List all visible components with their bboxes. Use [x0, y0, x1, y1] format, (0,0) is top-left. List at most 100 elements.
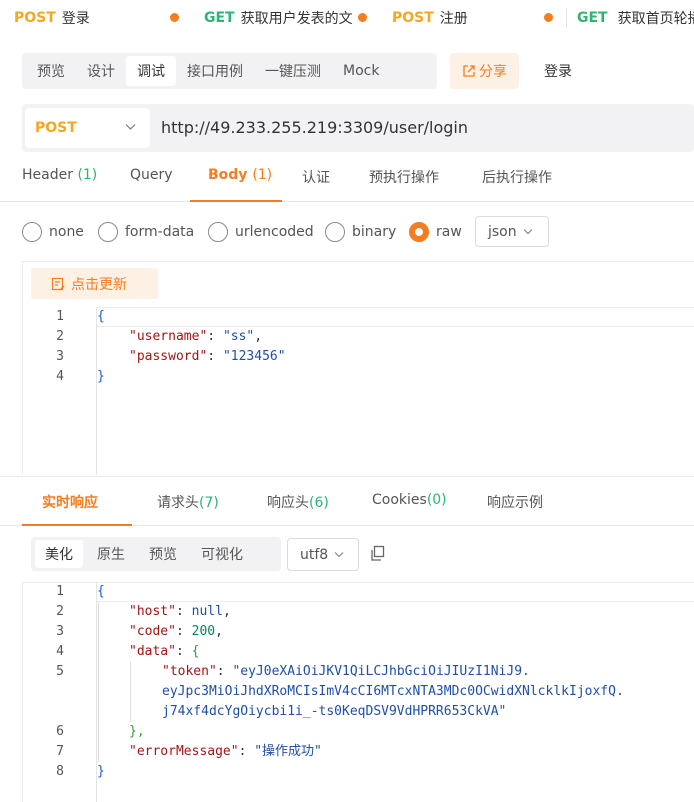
radio-circle — [325, 222, 345, 242]
format-preview[interactable]: 预览 — [139, 540, 187, 568]
tab-divider — [566, 8, 567, 28]
code-line: "errorMessage": "操作成功" — [129, 744, 322, 759]
request-tab-carousel[interactable]: GET 获取首页轮播 — [566, 0, 694, 36]
api-name-field[interactable]: 登录 — [531, 53, 694, 89]
code-line: "host": null, — [129, 604, 231, 619]
chevron-down-icon — [523, 229, 533, 235]
tab-pre-script[interactable]: 预执行操作 — [369, 167, 439, 187]
line-number: 1 — [56, 584, 64, 599]
tab-response-example[interactable]: 响应示例 — [487, 492, 543, 512]
gutter-divider — [96, 307, 97, 475]
radio-circle — [98, 222, 118, 242]
code-line: { — [97, 582, 105, 602]
tab-count: (1) — [252, 167, 273, 183]
tab-live-response[interactable]: 实时响应 — [42, 492, 98, 512]
tab-method: GET — [577, 10, 608, 26]
tab-label: 请求头 — [157, 495, 199, 511]
tab-label: 响应头 — [267, 495, 309, 511]
tab-request-headers[interactable]: 请求头(7) — [157, 492, 219, 512]
tab-body[interactable]: Body (1) — [208, 167, 272, 183]
mode-test-case[interactable]: 接口用例 — [176, 56, 254, 86]
tab-method: POST — [14, 10, 56, 26]
mode-mock[interactable]: Mock — [332, 56, 390, 86]
tab-name: 登录 — [61, 11, 90, 27]
radio-circle — [409, 222, 429, 242]
json-value: 200 — [191, 624, 216, 639]
format-visualize[interactable]: 可视化 — [191, 540, 253, 568]
tab-label: Header — [22, 167, 73, 183]
radio-raw[interactable]: raw — [409, 222, 462, 242]
active-line-highlight — [97, 582, 694, 602]
json-key: "password" — [129, 349, 208, 364]
tab-label: 响应示例 — [487, 495, 543, 511]
mode-debug[interactable]: 调试 — [126, 56, 176, 86]
radio-label: raw — [436, 224, 462, 240]
copy-icon[interactable] — [370, 545, 386, 562]
tab-header[interactable]: Header (1) — [22, 167, 97, 183]
body-format-select[interactable]: json — [475, 216, 549, 247]
tab-label: 实时响应 — [42, 495, 98, 511]
tab-response-headers[interactable]: 响应头(6) — [267, 492, 329, 512]
brace: } — [97, 369, 105, 384]
json-value: "eyJ0eXAiOiJKV1QiLCJhbGciOiJIUzI1NiJ9. — [232, 664, 530, 679]
indent-guide — [130, 662, 131, 722]
mode-preview[interactable]: 预览 — [26, 56, 76, 86]
radio-urlencoded[interactable]: urlencoded — [208, 222, 314, 242]
format-raw[interactable]: 原生 — [87, 540, 135, 568]
json-key: "token" — [162, 664, 217, 679]
line-number: 5 — [56, 664, 64, 679]
format-toolbar: 美化 原生 预览 可视化 — [31, 537, 281, 571]
chevron-down-icon — [334, 552, 344, 558]
radio-binary[interactable]: binary — [325, 222, 396, 242]
request-param-tabs: Header (1) Query Body (1) 认证 预执行操作 后执行操作 — [0, 152, 694, 202]
tab-name: 获取用户发表的文 — [240, 11, 353, 27]
line-number: 8 — [56, 764, 64, 779]
request-tab-register[interactable]: POST 注册 — [378, 0, 566, 36]
json-value: null — [191, 604, 223, 619]
brace: { — [97, 309, 105, 324]
tab-count: (0) — [426, 492, 447, 508]
format-pretty[interactable]: 美化 — [35, 540, 83, 568]
active-tab-indicator — [190, 200, 282, 202]
line-number: 6 — [56, 724, 64, 739]
mode-design[interactable]: 设计 — [76, 56, 126, 86]
radio-none[interactable]: none — [22, 222, 84, 242]
method-select[interactable]: POST — [25, 108, 150, 148]
url-input[interactable]: http://49.233.255.219:3309/user/login — [161, 118, 468, 137]
code-line: }, — [129, 722, 145, 742]
request-tab-bar: POST 登录 GET 获取用户发表的文 POST 注册 GET 获取首页轮播 — [0, 0, 694, 36]
request-tab-login[interactable]: POST 登录 — [0, 0, 190, 36]
encoding-value: utf8 — [300, 546, 329, 563]
tab-query[interactable]: Query — [130, 167, 173, 183]
radio-form-data[interactable]: form-data — [98, 222, 194, 242]
method-value: POST — [35, 120, 77, 136]
line-number: 2 — [56, 329, 64, 344]
tab-post-script[interactable]: 后执行操作 — [482, 167, 552, 187]
request-tab-user-posts[interactable]: GET 获取用户发表的文 — [190, 0, 378, 36]
tab-label: Body — [208, 167, 248, 183]
json-value: "ss" — [222, 329, 255, 344]
encoding-select[interactable]: utf8 — [287, 538, 359, 571]
tab-method: POST — [392, 10, 434, 26]
line-number: 4 — [56, 644, 64, 659]
radio-circle — [22, 222, 42, 242]
line-number: 1 — [56, 309, 64, 324]
radio-circle — [208, 222, 228, 242]
update-button[interactable]: 点击更新 — [31, 268, 158, 299]
unsaved-dot-icon — [358, 13, 367, 22]
tab-name: 获取首页轮播 — [617, 11, 694, 27]
line-number: 2 — [56, 604, 64, 619]
tab-label: 预执行操作 — [369, 170, 439, 186]
brace: { — [191, 644, 200, 659]
unsaved-dot-icon — [544, 13, 553, 22]
brace: }, — [129, 724, 145, 739]
code-line: "username": "ss", — [129, 329, 263, 344]
tab-name: 注册 — [439, 11, 468, 27]
share-button[interactable]: 分享 — [450, 53, 519, 89]
code-line: j74xf4dcYgOiycbi1i_-ts0KeqDSV9VdHPRR653C… — [162, 702, 506, 722]
indent-guide — [98, 602, 99, 762]
tab-cookies[interactable]: Cookies(0) — [372, 492, 447, 508]
mode-stress-test[interactable]: 一键压测 — [254, 56, 332, 86]
tab-auth[interactable]: 认证 — [302, 167, 330, 187]
brace: } — [97, 764, 105, 779]
